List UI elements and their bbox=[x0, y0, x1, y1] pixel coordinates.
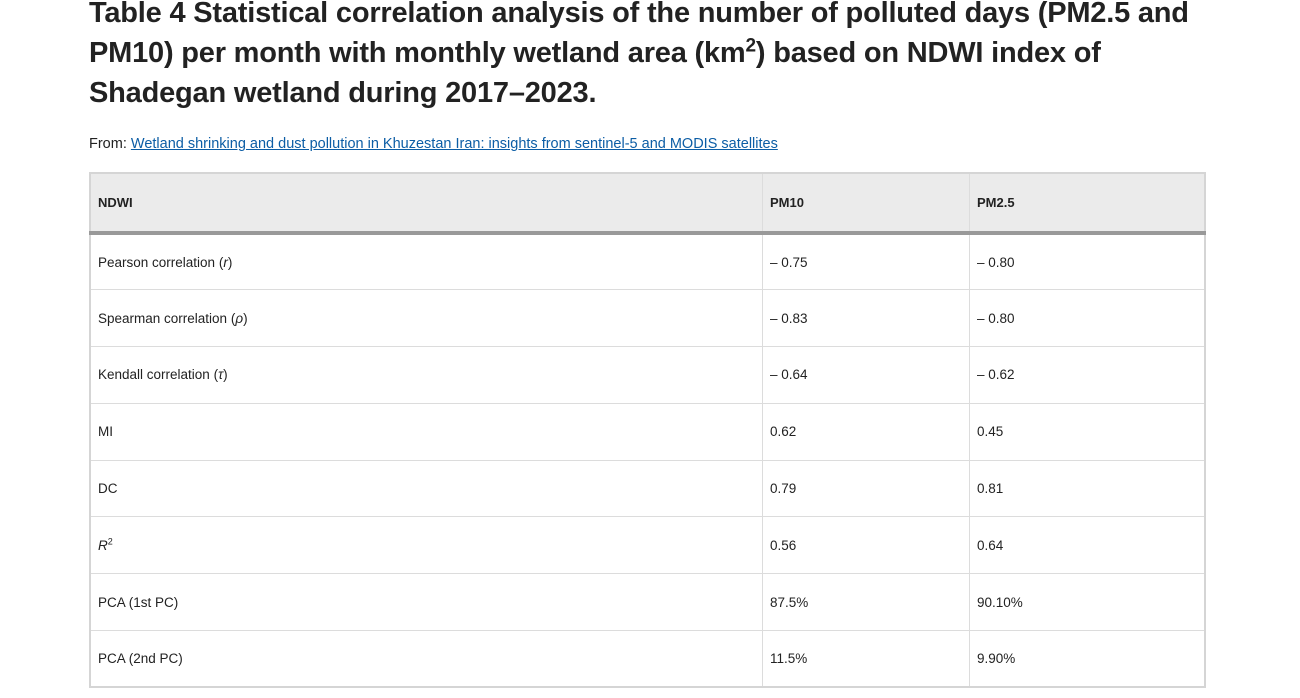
row-label: MI bbox=[90, 402, 763, 461]
row-label: Spearman correlation (ρ) bbox=[90, 289, 763, 347]
cell-pm10: 0.79 bbox=[762, 459, 970, 517]
row-label-suffix: ) bbox=[243, 310, 248, 326]
header-pm25: PM2.5 bbox=[969, 173, 1205, 235]
table-row: PCA (2nd PC) 11.5% 9.90% bbox=[90, 630, 1205, 688]
correlation-table: NDWI PM10 PM2.5 Pearson correlation (r) –… bbox=[89, 172, 1206, 689]
row-label-text: PCA (2nd PC) bbox=[98, 651, 183, 667]
row-label-suffix: ) bbox=[227, 254, 233, 270]
table-row: DC 0.79 0.81 bbox=[90, 459, 1205, 517]
cell-pm25: 0.81 bbox=[969, 459, 1205, 517]
row-label-symbol: R bbox=[98, 537, 108, 553]
table-row: MI 0.62 0.45 bbox=[90, 402, 1205, 461]
cell-pm25: – 0.80 bbox=[969, 289, 1205, 347]
page-title: Table 4 Statistical correlation analysis… bbox=[89, 0, 1229, 113]
cell-pm25: 0.64 bbox=[969, 516, 1205, 574]
row-label-text: Pearson correlation ( bbox=[98, 254, 224, 270]
cell-pm25: – 0.62 bbox=[969, 346, 1205, 404]
table-header-row: NDWI PM10 PM2.5 bbox=[90, 173, 1205, 235]
row-label: DC bbox=[90, 459, 763, 517]
row-label-text: Spearman correlation ( bbox=[98, 310, 236, 326]
row-label-symbol: ρ bbox=[235, 310, 244, 326]
source-article-link[interactable]: Wetland shrinking and dust pollution in … bbox=[131, 136, 778, 152]
table-row: R2 0.56 0.64 bbox=[90, 516, 1205, 574]
cell-pm25: 90.10% bbox=[969, 573, 1205, 631]
header-ndwi: NDWI bbox=[90, 173, 763, 235]
row-label-suffix: ) bbox=[223, 367, 228, 383]
cell-pm10: 0.62 bbox=[762, 402, 970, 461]
cell-pm25: 0.45 bbox=[969, 402, 1205, 461]
row-label-text: Kendall correlation ( bbox=[98, 367, 219, 383]
cell-pm10: – 0.75 bbox=[762, 232, 970, 290]
cell-pm10: 87.5% bbox=[762, 573, 970, 631]
row-label: Pearson correlation (r) bbox=[90, 232, 763, 290]
row-label: PCA (2nd PC) bbox=[90, 630, 763, 688]
header-pm10: PM10 bbox=[762, 173, 970, 235]
row-label-text: PCA (1st PC) bbox=[98, 594, 179, 610]
row-label: Kendall correlation (τ) bbox=[90, 346, 763, 404]
table-row: PCA (1st PC) 87.5% 90.10% bbox=[90, 573, 1205, 631]
row-label: R2 bbox=[90, 516, 763, 574]
table-row: Spearman correlation (ρ) – 0.83– 0.80 bbox=[90, 289, 1205, 347]
table-row: Pearson correlation (r) – 0.75– 0.80 bbox=[90, 232, 1205, 290]
cell-pm10: – 0.64 bbox=[762, 346, 970, 404]
source-line: From: Wetland shrinking and dust polluti… bbox=[89, 134, 778, 154]
cell-pm25: 9.90% bbox=[969, 630, 1205, 688]
cell-pm10: 0.56 bbox=[762, 516, 970, 574]
row-label-text: DC bbox=[98, 481, 118, 497]
title-superscript: 2 bbox=[745, 35, 757, 57]
cell-pm10: 11.5% bbox=[762, 630, 970, 688]
row-label: PCA (1st PC) bbox=[90, 573, 763, 631]
from-label: From: bbox=[89, 136, 127, 152]
table-row: Kendall correlation (τ) – 0.64– 0.62 bbox=[90, 346, 1205, 404]
cell-pm10: – 0.83 bbox=[762, 289, 970, 347]
row-label-superscript: 2 bbox=[107, 536, 113, 547]
cell-pm25: – 0.80 bbox=[969, 232, 1205, 290]
row-label-text: MI bbox=[98, 424, 113, 440]
